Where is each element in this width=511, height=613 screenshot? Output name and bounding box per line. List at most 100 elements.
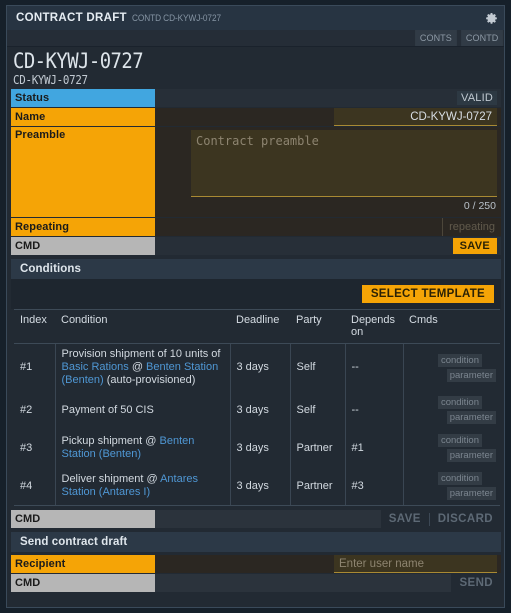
draft-cmd-value-cell: SAVE	[155, 237, 501, 255]
condition-link[interactable]: Basic Rations	[62, 361, 129, 373]
window-titlebar: CONTRACT DRAFT CONTD CD-KYWJ-0727	[7, 6, 504, 30]
cmd-chip-parameter[interactable]: parameter	[446, 487, 496, 500]
select-template-bar: SELECT TEMPLATE	[11, 279, 501, 309]
repeating-value-cell: repeating	[155, 218, 501, 236]
column-header-depends-on: Depends on	[345, 310, 403, 344]
cell-party: Self	[289, 391, 345, 429]
conditions-cmd-buttons: SAVE DISCARD	[380, 510, 501, 528]
preamble-char-counter: 0 / 250	[463, 200, 496, 212]
cmd-chip-parameter[interactable]: parameter	[446, 449, 496, 462]
cell-party: Self	[289, 343, 345, 391]
discard-conditions-button[interactable]: DISCARD	[430, 513, 501, 525]
cell-condition: Payment of 50 CIS	[54, 391, 230, 429]
send-cmd-row: CMD SEND	[7, 574, 504, 592]
cell-index: #2	[20, 403, 33, 416]
repeating-label: Repeating	[11, 218, 155, 236]
cell-index: #3	[20, 441, 33, 454]
recipient-value-cell: Enter user name	[155, 555, 501, 573]
save-conditions-button[interactable]: SAVE	[381, 513, 429, 525]
condition-text: Pickup shipment @	[61, 435, 160, 447]
send-cmd-label: CMD	[11, 574, 155, 592]
window-title: CONTRACT DRAFT	[16, 12, 127, 24]
cell-index: #4	[14, 467, 55, 506]
contract-id-header: CD-KYWJ-0727 CD-KYWJ-0727	[7, 47, 504, 89]
select-template-button[interactable]: SELECT TEMPLATE	[361, 285, 494, 303]
cell-cmds: condition parameter	[402, 343, 500, 391]
window-body: CONTS CONTD CD-KYWJ-0727 CD-KYWJ-0727 St…	[7, 30, 504, 607]
condition-text: (auto-provisioned)	[103, 374, 196, 386]
status-value-cell: VALID	[155, 89, 501, 107]
name-label: Name	[11, 108, 155, 126]
column-header-deadline: Deadline	[230, 310, 290, 344]
recipient-label: Recipient	[11, 555, 155, 573]
save-draft-button[interactable]: SAVE	[452, 238, 497, 254]
gear-icon[interactable]	[484, 11, 498, 25]
cell-deadline: 3 days	[229, 343, 290, 391]
recipient-input[interactable]: Enter user name	[334, 555, 497, 573]
cell-deadline: 3 days	[229, 467, 290, 506]
cell-condition: Deliver shipment @ Antares Station (Anta…	[54, 467, 230, 506]
contract-id-small: CD-KYWJ-0727	[13, 73, 88, 87]
condition-text: Provision shipment of 10 units of	[61, 348, 221, 360]
conditions-section-header: Conditions	[11, 259, 501, 279]
send-cmd-buttons: SEND	[451, 574, 501, 592]
cell-depends-on: #3	[344, 467, 403, 506]
breadcrumb: CONTS CONTD	[7, 30, 504, 47]
preamble-row: Preamble Contract preamble 0 / 250	[7, 127, 504, 217]
bottom-filler	[7, 593, 504, 607]
name-row: Name CD-KYWJ-0727	[7, 108, 504, 126]
repeating-row: Repeating repeating	[7, 218, 504, 236]
cell-index: #1	[20, 361, 33, 373]
cmd-chip-condition[interactable]: condition	[437, 396, 482, 409]
send-cmd-input[interactable]	[155, 574, 452, 592]
preamble-label: Preamble	[11, 127, 155, 217]
conditions-table-wrapper: Index Condition Deadline Party Depends o…	[14, 309, 500, 506]
table-row: #2 Payment of 50 CIS 3 days Self -- condition…	[14, 391, 500, 429]
draft-cmd-label: CMD	[11, 237, 155, 255]
preamble-textarea[interactable]: Contract preamble	[191, 130, 497, 197]
status-label: Status	[11, 89, 155, 107]
draft-cmd-row: CMD SAVE	[7, 237, 504, 255]
conditions-table: Index Condition Deadline Party Depends o…	[14, 310, 500, 506]
status-row: Status VALID	[7, 89, 504, 107]
condition-text: Deliver shipment @	[61, 473, 161, 485]
conditions-cmd-row: CMD SAVE DISCARD	[7, 510, 504, 528]
status-badge: VALID	[457, 91, 497, 105]
send-button[interactable]: SEND	[451, 577, 501, 589]
cmd-chip-condition[interactable]: condition	[437, 472, 482, 485]
table-row: #4 Deliver shipment @ Antares Station (An…	[14, 467, 500, 506]
breadcrumb-item-contd[interactable]: CONTD	[460, 30, 503, 46]
condition-text: @	[128, 361, 147, 373]
recipient-row: Recipient Enter user name	[7, 555, 504, 573]
cell-deadline: 3 days	[229, 391, 290, 429]
cell-party: Partner	[289, 429, 345, 467]
window-subtitle: CONTD CD-KYWJ-0727	[131, 13, 221, 23]
cmd-chip-parameter[interactable]: parameter	[446, 368, 496, 382]
conditions-table-body: #1 Provision shipment of 10 units of Basi…	[14, 343, 500, 506]
cmd-chip-condition[interactable]: condition	[437, 434, 482, 447]
send-section-header: Send contract draft	[11, 532, 501, 552]
breadcrumb-item-conts[interactable]: CONTS	[415, 30, 457, 46]
column-header-condition: Condition	[55, 310, 230, 344]
cell-condition: Provision shipment of 10 units of Basic …	[54, 343, 230, 391]
cell-party: Partner	[289, 467, 345, 506]
cell-deadline: 3 days	[229, 429, 290, 467]
contract-id-large: CD-KYWJ-0727	[13, 49, 144, 73]
column-header-party: Party	[290, 310, 345, 344]
column-header-index: Index	[14, 310, 55, 344]
conditions-cmd-input[interactable]	[155, 510, 381, 528]
cell-depends-on: --	[344, 391, 403, 429]
cell-depends-on: --	[344, 343, 403, 391]
cmd-chip-parameter[interactable]: parameter	[446, 411, 496, 424]
table-row: #3 Pickup shipment @ Benten Station (Bent…	[14, 429, 500, 467]
cmd-chip-condition[interactable]: condition	[437, 353, 482, 367]
name-input[interactable]: CD-KYWJ-0727	[334, 108, 497, 126]
repeating-checkbox[interactable]: repeating	[442, 218, 499, 236]
cell-cmds: condition parameter	[402, 391, 500, 429]
conditions-cmd-label: CMD	[11, 510, 155, 528]
cell-cmds: condition parameter	[402, 467, 500, 506]
contract-draft-window: CONTRACT DRAFT CONTD CD-KYWJ-0727 CONTS …	[6, 5, 505, 608]
preamble-value-cell: Contract preamble 0 / 250	[155, 127, 501, 217]
name-value-cell: CD-KYWJ-0727	[155, 108, 501, 126]
cell-condition: Pickup shipment @ Benten Station (Benten…	[54, 429, 230, 467]
